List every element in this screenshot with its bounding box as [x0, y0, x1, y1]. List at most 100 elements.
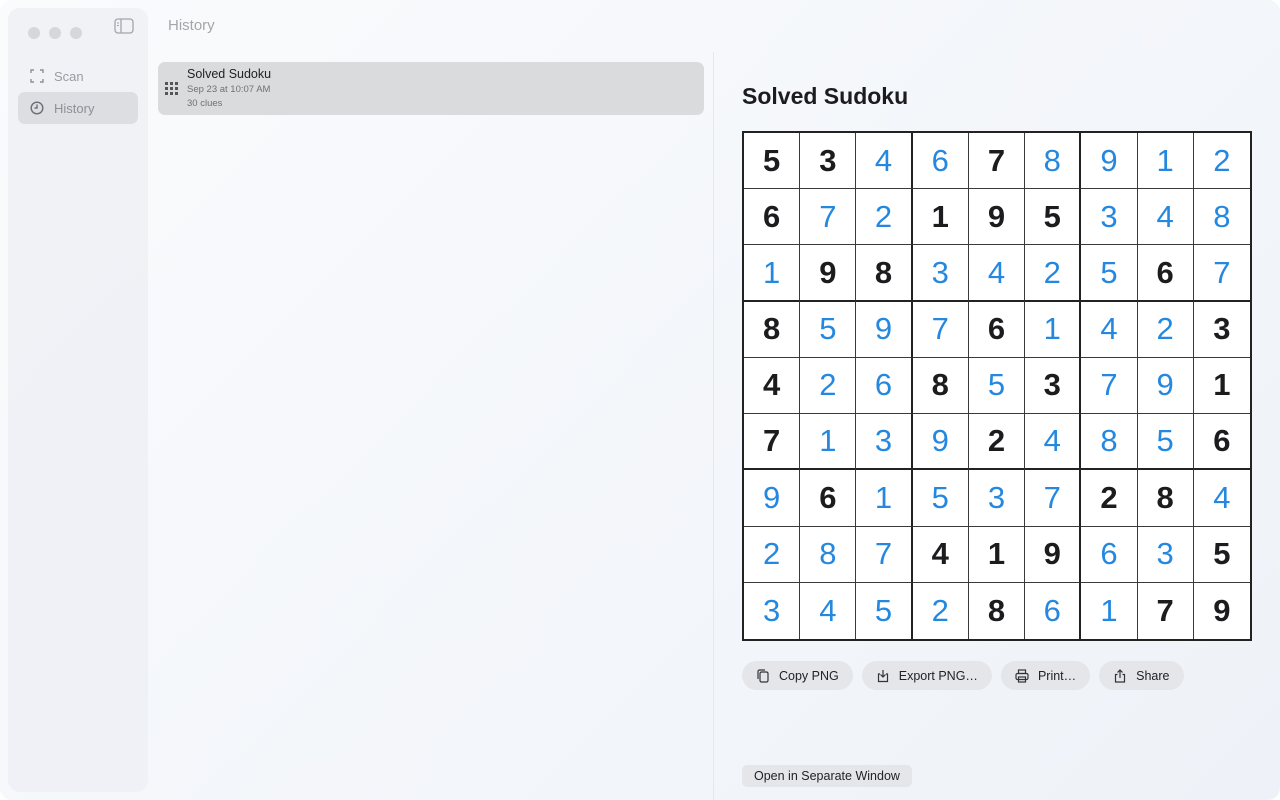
- sudoku-cell-given: 9: [1213, 592, 1231, 628]
- sidebar-item-label: History: [54, 100, 95, 116]
- scan-icon: [30, 69, 44, 83]
- pane-divider: [713, 52, 714, 800]
- sudoku-cell-solved: 4: [1137, 189, 1194, 246]
- sudoku-cell-solved: 3: [912, 245, 969, 302]
- sudoku-cell-solved: 6: [1025, 582, 1082, 639]
- copy-icon: [756, 668, 770, 683]
- sidebar-item-history[interactable]: History: [18, 92, 138, 124]
- sudoku-cell-solved: 1: [744, 245, 801, 302]
- sudoku-cell-given: 6: [1137, 245, 1194, 302]
- sudoku-cell-given: 2: [968, 414, 1026, 471]
- minimize-window-button[interactable]: [49, 27, 61, 39]
- sudoku-cell-solved: 3: [1081, 189, 1138, 246]
- sudoku-cell-solved: 1: [856, 470, 913, 527]
- sudoku-cell-given: 1: [912, 189, 969, 246]
- sudoku-cell-solved: 6: [1081, 526, 1138, 583]
- sudoku-cell-solved: 9: [1137, 357, 1194, 415]
- sudoku-cell-given: 7: [744, 414, 801, 471]
- sudoku-cell-solved: 7: [800, 189, 857, 246]
- sudoku-cell-given: 1: [968, 526, 1026, 583]
- sudoku-cell-given: 4: [912, 526, 969, 583]
- sudoku-cell-solved: 9: [744, 470, 801, 527]
- sudoku-cell-solved: 4: [800, 582, 857, 639]
- sudoku-cell-given: 4: [744, 357, 801, 415]
- sudoku-cell-solved: 7: [856, 526, 913, 583]
- open-separate-window-button[interactable]: Open in Separate Window: [742, 765, 912, 787]
- sudoku-cell-solved: 5: [1137, 414, 1194, 471]
- sudoku-cell-given: 6: [1193, 414, 1250, 471]
- share-label: Share: [1136, 668, 1170, 683]
- sudoku-cell-solved: 3: [968, 470, 1026, 527]
- sudoku-cell-given: 8: [1137, 470, 1194, 527]
- close-window-button[interactable]: [28, 27, 40, 39]
- sudoku-cell-given: 5: [1025, 189, 1082, 246]
- sudoku-cell-given: 3: [800, 133, 857, 190]
- sudoku-cell-given: 2: [1081, 470, 1138, 527]
- sudoku-cell-solved: 7: [912, 301, 969, 358]
- sudoku-cell-solved: 1: [1025, 301, 1082, 358]
- printer-icon: [1015, 668, 1029, 683]
- sudoku-cell-given: 3: [1193, 302, 1250, 358]
- sudoku-cell-solved: 2: [800, 357, 857, 415]
- sudoku-cell-solved: 9: [912, 414, 969, 471]
- share-icon: [1113, 668, 1127, 683]
- print-button[interactable]: Print…: [1000, 661, 1091, 690]
- sudoku-grid: 5346789126721953481983425678597614234268…: [742, 131, 1252, 641]
- sudoku-cell-solved: 7: [1193, 245, 1250, 302]
- print-label: Print…: [1037, 668, 1077, 683]
- sudoku-cell-solved: 8: [1025, 133, 1082, 190]
- sudoku-cell-given: 6: [968, 301, 1026, 358]
- sudoku-cell-solved: 1: [1081, 582, 1138, 639]
- sudoku-cell-given: 7: [968, 133, 1026, 190]
- sudoku-cell-solved: 2: [1025, 245, 1082, 302]
- sudoku-cell-given: 5: [1193, 527, 1250, 583]
- sudoku-cell-solved: 6: [856, 357, 913, 415]
- sudoku-cell-given: 8: [744, 301, 801, 358]
- history-list-item[interactable]: Solved Sudoku Sep 23 at 10:07 AM 30 clue…: [158, 62, 704, 115]
- history-item-title: Solved Sudoku: [187, 67, 272, 81]
- sidebar-item-label: Scan: [54, 68, 84, 84]
- sudoku-cell-solved: 4: [968, 245, 1026, 302]
- list-title: History: [168, 17, 215, 34]
- sudoku-cell-solved: 5: [1081, 245, 1138, 302]
- sudoku-cell-given: 9: [1025, 526, 1082, 583]
- sudoku-cell-solved: 8: [1081, 414, 1138, 471]
- sudoku-cell-solved: 1: [1137, 133, 1194, 190]
- share-button[interactable]: Share: [1099, 661, 1184, 690]
- sudoku-cell-solved: 5: [856, 582, 913, 639]
- copy-png-label: Copy PNG: [779, 668, 839, 683]
- sudoku-cell-solved: 5: [912, 470, 969, 527]
- sudoku-cell-solved: 3: [1137, 526, 1194, 583]
- copy-png-button[interactable]: Copy PNG: [742, 661, 853, 690]
- sudoku-cell-given: 3: [1025, 357, 1082, 415]
- history-item-date: Sep 23 at 10:07 AM: [187, 84, 271, 95]
- app-window: Scan History History Solved Sudoku Sep 2…: [0, 0, 1280, 800]
- sudoku-cell-solved: 2: [1137, 301, 1194, 358]
- sudoku-cell-solved: 2: [744, 526, 801, 583]
- window-controls: [28, 27, 82, 39]
- sudoku-cell-solved: 8: [800, 526, 857, 583]
- action-bar: Copy PNG Export PNG… Print… Share: [742, 661, 1184, 690]
- sudoku-cell-given: 8: [969, 582, 1026, 639]
- sudoku-cell-given: 6: [800, 470, 857, 527]
- detail-title: Solved Sudoku: [742, 83, 909, 109]
- sudoku-cell-solved: 1: [800, 414, 857, 471]
- zoom-window-button[interactable]: [70, 27, 82, 39]
- sudoku-cell-solved: 4: [856, 133, 913, 190]
- sudoku-cell-given: 1: [1193, 358, 1250, 415]
- sudoku-cell-solved: 5: [968, 357, 1026, 415]
- sudoku-cell-given: 8: [912, 357, 969, 415]
- sidebar-item-scan[interactable]: Scan: [18, 60, 138, 92]
- export-png-label: Export PNG…: [898, 668, 978, 683]
- sudoku-cell-solved: 2: [913, 582, 969, 639]
- clock-icon: [30, 101, 44, 115]
- sudoku-cell-solved: 6: [912, 133, 969, 190]
- sudoku-cell-given: 7: [1138, 582, 1194, 639]
- sudoku-cell-solved: 4: [1081, 301, 1138, 358]
- sudoku-cell-given: 6: [744, 189, 801, 246]
- sidebar-toggle-icon[interactable]: [114, 18, 134, 34]
- sudoku-cell-solved: 9: [1081, 133, 1138, 190]
- export-png-button[interactable]: Export PNG…: [861, 661, 992, 690]
- sudoku-cell-solved: 3: [744, 582, 801, 639]
- sudoku-cell-given: 8: [856, 245, 913, 302]
